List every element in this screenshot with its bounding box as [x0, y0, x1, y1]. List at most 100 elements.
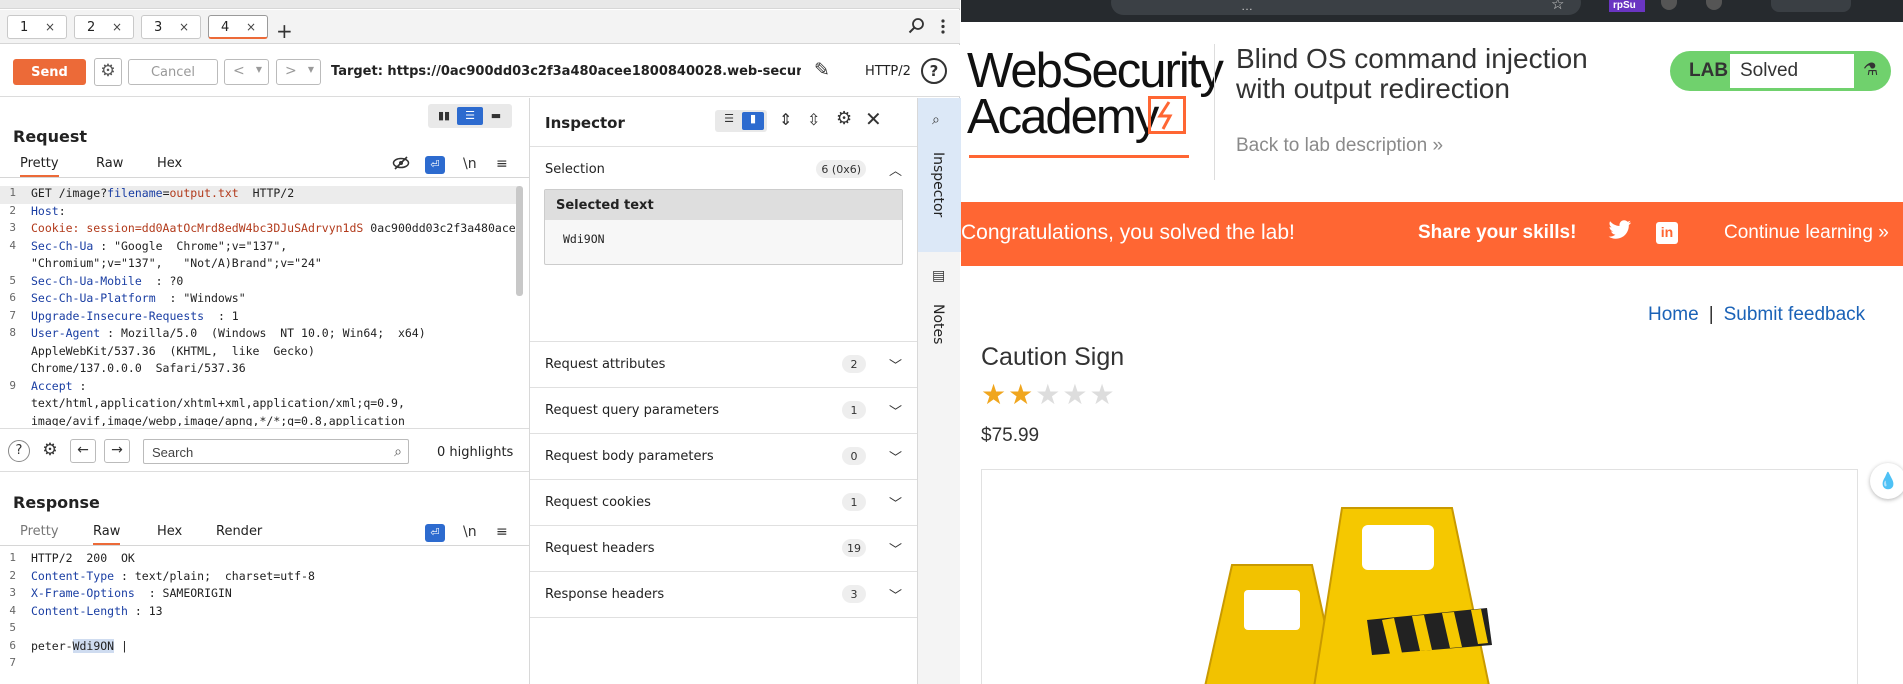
help-icon[interactable]: ?: [921, 58, 947, 84]
submit-feedback-link[interactable]: Submit feedback: [1724, 304, 1866, 325]
layout-panel-icon[interactable]: ▮: [742, 112, 764, 130]
layout-list-icon[interactable]: ☰: [718, 112, 740, 130]
code-line[interactable]: 5: [0, 621, 518, 639]
hide-nonprintable-eye-icon[interactable]: [392, 156, 410, 174]
chevron-down-icon[interactable]: ﹀: [889, 585, 902, 604]
search-icon[interactable]: [908, 17, 925, 38]
chevron-down-icon[interactable]: ﹀: [889, 539, 902, 558]
code-line[interactable]: 2 Host:: [0, 204, 518, 222]
code-line[interactable]: text/html,application/xhtml+xml,applicat…: [0, 396, 518, 414]
repeater-tab-3[interactable]: 3 ×: [141, 15, 201, 39]
cancel-button[interactable]: Cancel: [128, 59, 218, 85]
code-line[interactable]: image/avif,image/webp,image/apng,*/*;q=0…: [0, 414, 518, 427]
color-picker-dropper-icon[interactable]: 💧: [1870, 463, 1903, 499]
profile-button[interactable]: [1771, 0, 1851, 12]
menu-icon[interactable]: ≡: [496, 524, 508, 540]
chevron-down-icon[interactable]: ﹀: [889, 401, 902, 420]
code-line[interactable]: AppleWebKit/537.36 (KHTML, like Gecko): [0, 344, 518, 362]
tab-render[interactable]: Render: [216, 524, 262, 539]
previous-match-arrow-icon[interactable]: ←: [70, 439, 96, 463]
extension-icon[interactable]: [1661, 0, 1677, 10]
inspector-section-row[interactable]: Request attributes 2 ﹀: [530, 342, 918, 388]
search-input[interactable]: Search ⌕: [143, 439, 409, 464]
request-editor[interactable]: 1 GET /image?filename=output.txt HTTP/2 2 H…: [0, 186, 518, 426]
history-back-button[interactable]: < ▼: [224, 59, 269, 85]
tab-raw[interactable]: Raw: [93, 524, 121, 545]
code-line[interactable]: 7 Upgrade-Insecure-Requests : 1: [0, 309, 518, 327]
search-settings-gear-icon[interactable]: ⚙: [39, 440, 61, 462]
code-line[interactable]: 9 Accept :: [0, 379, 518, 397]
chevron-up-icon[interactable]: ︿: [889, 160, 902, 179]
code-line[interactable]: "Chromium";v="137", "Not/A)Brand";v="24": [0, 256, 518, 274]
expand-all-icon[interactable]: ⇕: [779, 110, 792, 129]
rail-tab-notes[interactable]: ▤ Notes: [918, 252, 961, 352]
close-icon[interactable]: ×: [246, 20, 256, 34]
chevron-down-icon[interactable]: ﹀: [889, 355, 902, 374]
code-line[interactable]: 1 HTTP/2 200 OK: [0, 551, 518, 569]
tab-pretty[interactable]: Pretty: [20, 156, 59, 177]
target-url[interactable]: Target: https://0ac900dd03c2f3a480acee18…: [331, 64, 801, 79]
code-line[interactable]: 1 GET /image?filename=output.txt HTTP/2: [0, 186, 518, 204]
close-inspector-icon[interactable]: ✕: [865, 107, 882, 131]
selected-text-value[interactable]: Wdi9ON: [545, 220, 902, 246]
next-match-arrow-icon[interactable]: →: [104, 439, 130, 463]
word-wrap-icon[interactable]: ⏎: [425, 156, 445, 174]
edit-target-pencil-icon[interactable]: ✎: [814, 59, 830, 81]
code-line[interactable]: 4 Sec-Ch-Ua : "Google Chrome";v="137",: [0, 239, 518, 257]
code-line[interactable]: 6 peter-Wdi9ON |: [0, 638, 518, 657]
repeater-tab-2[interactable]: 2 ×: [74, 15, 134, 39]
tab-hex[interactable]: Hex: [157, 524, 182, 539]
settings-gear-icon[interactable]: ⚙: [94, 58, 122, 86]
tab-pretty[interactable]: Pretty: [20, 524, 59, 539]
newline-toggle[interactable]: \n: [463, 156, 477, 172]
send-button[interactable]: Send: [13, 59, 86, 85]
repeater-tab-1[interactable]: 1 ×: [7, 15, 67, 39]
extension-icon[interactable]: [1706, 0, 1722, 10]
code-line[interactable]: 3 Cookie: session=dd0AatOcMrd8edW4bc3DJuS…: [0, 221, 518, 239]
extension-badge[interactable]: rpSu: [1609, 0, 1645, 12]
layout-split-vertical-icon[interactable]: ▮▮: [431, 107, 457, 125]
address-bar[interactable]: …: [1111, 0, 1581, 15]
bookmark-star-icon[interactable]: ☆: [1551, 0, 1564, 13]
tab-raw[interactable]: Raw: [96, 156, 123, 171]
code-line[interactable]: 2 Content-Type : text/plain; charset=utf-…: [0, 569, 518, 587]
code-line[interactable]: 4 Content-Length : 13: [0, 604, 518, 622]
layout-tabs-icon[interactable]: ▬: [483, 107, 509, 125]
close-icon[interactable]: ×: [179, 20, 189, 34]
add-tab-button[interactable]: +: [276, 21, 293, 41]
newline-toggle[interactable]: \n: [463, 524, 477, 540]
code-line[interactable]: 6 Sec-Ch-Ua-Platform : "Windows": [0, 291, 518, 309]
close-icon[interactable]: ×: [112, 20, 122, 34]
inspector-settings-gear-icon[interactable]: ⚙: [836, 108, 852, 129]
inspector-section-row[interactable]: Response headers 3 ﹀: [530, 572, 918, 618]
code-line[interactable]: Chrome/137.0.0.0 Safari/537.36: [0, 361, 518, 379]
chevron-down-icon[interactable]: ﹀: [889, 447, 902, 466]
collapse-all-icon[interactable]: ⇳: [807, 110, 820, 129]
close-icon[interactable]: ×: [45, 20, 55, 34]
tab-hex[interactable]: Hex: [157, 156, 182, 171]
more-options-icon[interactable]: [940, 18, 946, 39]
code-line[interactable]: 7: [0, 656, 518, 674]
word-wrap-icon[interactable]: ⏎: [425, 524, 445, 542]
home-link[interactable]: Home: [1648, 304, 1699, 325]
layout-split-horizontal-icon[interactable]: ☰: [457, 107, 483, 125]
code-line[interactable]: 3 X-Frame-Options : SAMEORIGIN: [0, 586, 518, 604]
code-line[interactable]: 8 User-Agent : Mozilla/5.0 (Windows NT 10…: [0, 326, 518, 344]
twitter-icon[interactable]: [1608, 220, 1632, 246]
menu-icon[interactable]: ≡: [496, 156, 508, 172]
inspector-section-row[interactable]: Request query parameters 1 ﹀: [530, 388, 918, 434]
request-scrollbar[interactable]: [516, 186, 523, 296]
http-version-selector[interactable]: HTTP/2: [865, 64, 911, 79]
rail-tab-inspector[interactable]: ⌕ Inspector: [918, 98, 961, 252]
repeater-tab-4[interactable]: 4 ×: [208, 15, 268, 39]
inspector-section-row[interactable]: Request body parameters 0 ﹀: [530, 434, 918, 480]
continue-learning-link[interactable]: Continue learning »: [1724, 222, 1889, 244]
inspector-section-row[interactable]: Request headers 19 ﹀: [530, 526, 918, 572]
help-icon[interactable]: ?: [8, 440, 30, 462]
back-to-lab-link[interactable]: Back to lab description »: [1236, 135, 1443, 157]
response-editor[interactable]: 1 HTTP/2 200 OK 2 Content-Type : text/plain…: [0, 551, 518, 684]
chevron-down-icon[interactable]: ﹀: [889, 493, 902, 512]
linkedin-icon[interactable]: in: [1656, 222, 1678, 244]
inspector-section-row[interactable]: Request cookies 1 ﹀: [530, 480, 918, 526]
code-line[interactable]: 5 Sec-Ch-Ua-Mobile : ?0: [0, 274, 518, 292]
